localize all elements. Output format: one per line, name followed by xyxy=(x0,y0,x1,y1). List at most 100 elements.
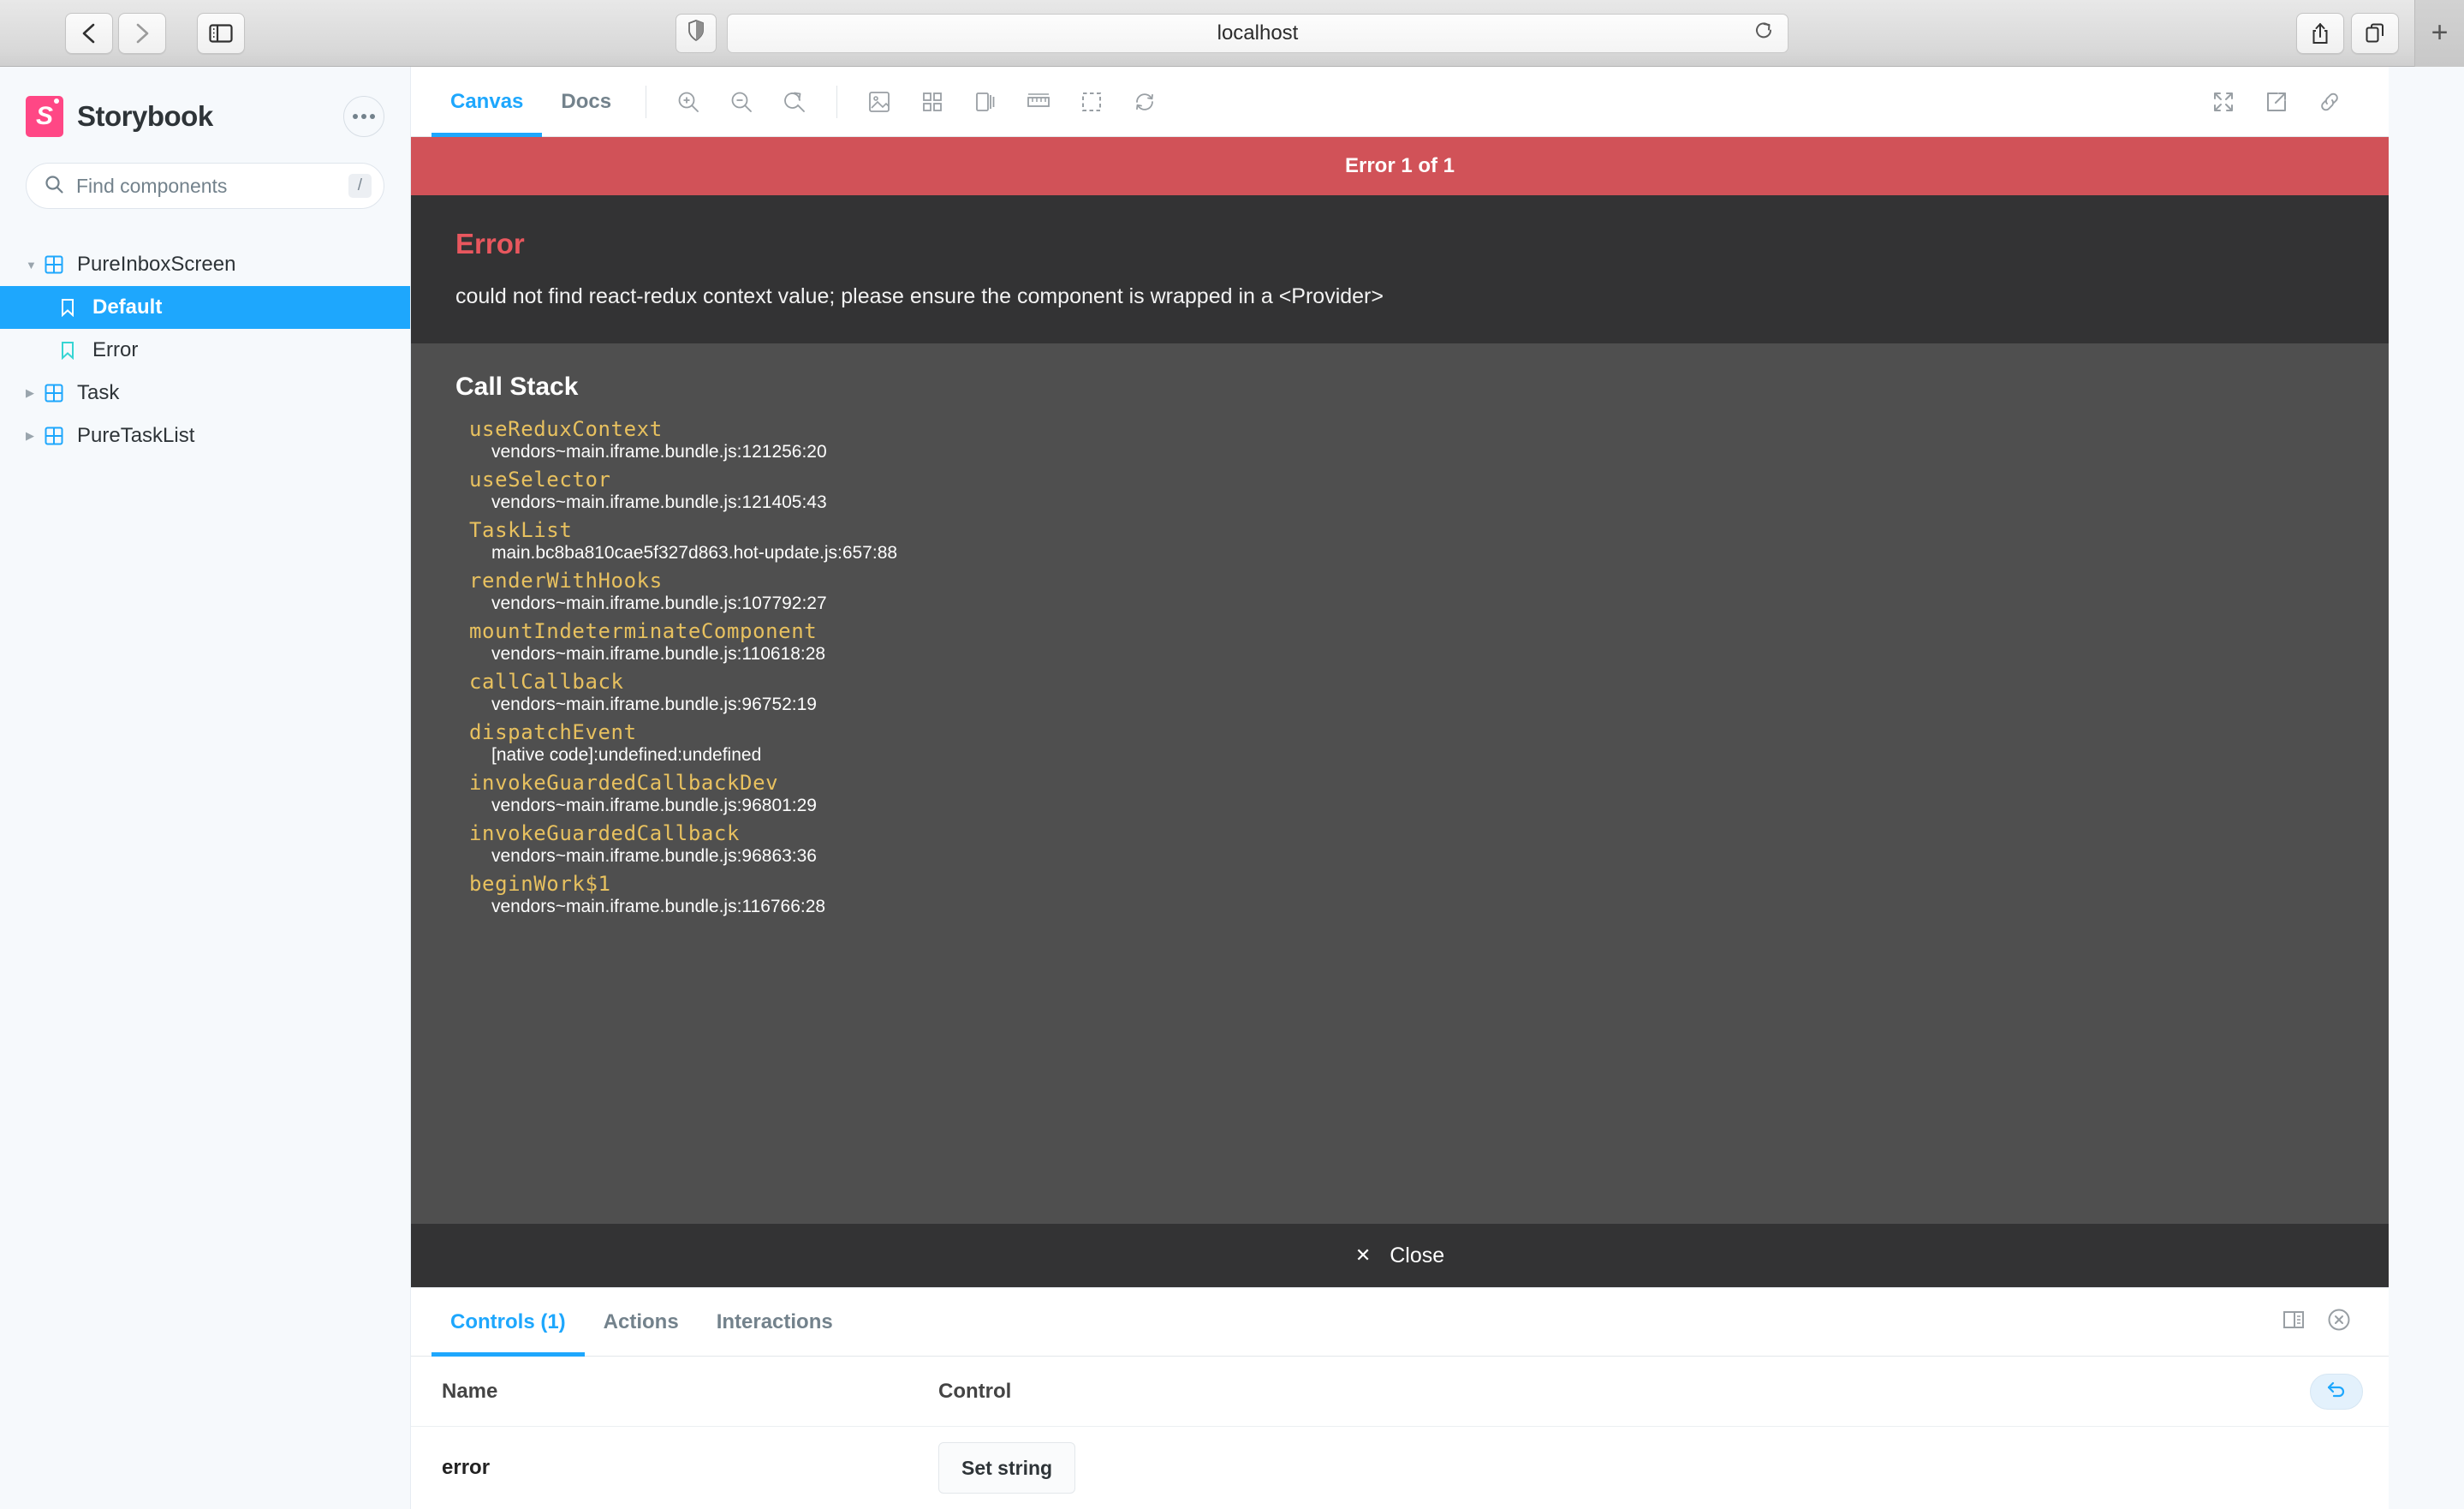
sidebar-item-puretasklist[interactable]: ▶ PureTaskList xyxy=(0,415,410,457)
outline-icon[interactable] xyxy=(1071,81,1112,122)
error-header: Error could not find react-redux context… xyxy=(411,195,2389,343)
stack-frame-function: mountIndeterminateComponent xyxy=(469,619,818,643)
sidebar-toggle-button[interactable] xyxy=(197,12,245,54)
stack-frame-function: useReduxContext xyxy=(469,417,663,441)
story-bookmark-icon xyxy=(60,341,92,360)
call-stack-frames: useReduxContext vendors~main.iframe.bund… xyxy=(455,417,2344,917)
share-button[interactable] xyxy=(2296,12,2344,54)
error-stack-section: Call Stack useReduxContext vendors~main.… xyxy=(411,343,2389,1224)
controls-table: Name Control error Set string xyxy=(411,1357,2389,1509)
storybook-sidebar: S Storybook Find components / ▼ PureInbo… xyxy=(0,67,411,1509)
search-shortcut-badge: / xyxy=(348,174,372,198)
tab-docs[interactable]: Docs xyxy=(542,67,630,137)
canvas-toolbar: Canvas Docs xyxy=(411,67,2389,137)
open-new-tab-icon[interactable] xyxy=(2256,81,2297,122)
background-icon[interactable] xyxy=(859,81,900,122)
stack-frame-source: vendors~main.iframe.bundle.js:96801:29 xyxy=(491,796,817,815)
refresh-icon[interactable] xyxy=(1124,81,1165,122)
sidebar-item-task[interactable]: ▶ Task xyxy=(0,372,410,415)
tab-canvas[interactable]: Canvas xyxy=(431,67,543,137)
new-tab-button[interactable]: + xyxy=(2414,0,2464,67)
sidebar-item-label: PureTaskList xyxy=(77,424,195,447)
share-icon xyxy=(2311,22,2330,45)
stack-frame: mountIndeterminateComponent vendors~main… xyxy=(469,619,2344,665)
component-icon xyxy=(45,255,77,274)
more-options-icon[interactable] xyxy=(343,96,384,137)
stack-frame-source: [native code]:undefined:undefined xyxy=(491,745,762,765)
stack-frame-source: vendors~main.iframe.bundle.js:116766:28 xyxy=(491,897,826,916)
measure-icon[interactable] xyxy=(1018,81,1059,122)
tab-interactions[interactable]: Interactions xyxy=(698,1288,852,1357)
storybook-app: S Storybook Find components / ▼ PureInbo… xyxy=(0,67,2464,1509)
error-close-bar[interactable]: ✕ Close xyxy=(411,1224,2389,1287)
stack-frame-source: main.bc8ba810cae5f327d863.hot-update.js:… xyxy=(491,543,898,563)
panel-position-icon[interactable] xyxy=(2282,1309,2305,1334)
grid-icon[interactable] xyxy=(912,81,953,122)
zoom-out-icon[interactable] xyxy=(721,81,762,122)
component-tree: ▼ PureInboxScreen Default Error ▶ Task ▶… xyxy=(0,243,410,457)
right-rail xyxy=(2389,67,2464,1509)
addon-panel-actions xyxy=(2282,1308,2368,1336)
search-icon xyxy=(44,174,64,199)
stack-frame-function: invokeGuardedCallback xyxy=(469,821,741,845)
reset-controls-button[interactable] xyxy=(2310,1373,2363,1410)
addon-panel: Controls (1) Actions Interactions Name C… xyxy=(411,1287,2389,1509)
error-overlay: Error 1 of 1 Error could not find react-… xyxy=(411,137,2389,1287)
sidebar-item-error[interactable]: Error xyxy=(0,329,410,372)
toolbar-divider xyxy=(836,85,838,118)
reload-icon[interactable] xyxy=(1753,20,1774,46)
storybook-logo-icon: S xyxy=(26,96,63,137)
stack-frame: TaskList main.bc8ba810cae5f327d863.hot-u… xyxy=(469,518,2344,564)
tab-actions[interactable]: Actions xyxy=(585,1288,698,1357)
set-string-button[interactable]: Set string xyxy=(938,1442,1076,1494)
storybook-main: Canvas Docs Error 1 of 1 Error could not… xyxy=(411,67,2389,1509)
stack-frame: invokeGuardedCallbackDev vendors~main.if… xyxy=(469,771,2344,816)
copy-link-icon[interactable] xyxy=(2309,81,2350,122)
back-button[interactable] xyxy=(65,12,113,54)
stack-frame-source: vendors~main.iframe.bundle.js:110618:28 xyxy=(491,644,826,664)
stack-frame: invokeGuardedCallback vendors~main.ifram… xyxy=(469,821,2344,867)
column-header-name: Name xyxy=(442,1379,498,1403)
url-input[interactable]: localhost xyxy=(727,13,1788,53)
stack-frame: beginWork$1 vendors~main.iframe.bundle.j… xyxy=(469,872,2344,917)
privacy-shield-icon xyxy=(687,20,705,46)
sidebar-toggle-icon xyxy=(209,23,233,44)
brand[interactable]: S Storybook xyxy=(26,96,213,137)
stack-frame-function: renderWithHooks xyxy=(469,569,663,593)
chevron-left-icon xyxy=(80,21,98,45)
fullscreen-icon[interactable] xyxy=(2203,81,2244,122)
story-bookmark-icon xyxy=(60,298,92,317)
component-icon xyxy=(45,426,77,445)
reset-controls-icon xyxy=(2325,1380,2348,1403)
stack-frame-function: beginWork$1 xyxy=(469,872,611,896)
zoom-in-icon[interactable] xyxy=(668,81,709,122)
canvas-toolbar-right xyxy=(2197,81,2368,122)
zoom-reset-icon[interactable] xyxy=(774,81,815,122)
browser-nav-group xyxy=(65,12,166,54)
tab-overview-button[interactable] xyxy=(2351,12,2399,54)
tab-overview-icon xyxy=(2365,23,2385,44)
browser-chrome: localhost + xyxy=(0,0,2464,67)
sidebar-item-default[interactable]: Default xyxy=(0,286,410,329)
sidebar-item-pureinboxscreen[interactable]: ▼ PureInboxScreen xyxy=(0,243,410,286)
error-title: Error xyxy=(455,228,525,259)
stack-frame-source: vendors~main.iframe.bundle.js:121256:20 xyxy=(491,442,827,462)
stack-frame-source: vendors~main.iframe.bundle.js:107792:27 xyxy=(491,593,827,613)
forward-button[interactable] xyxy=(118,12,166,54)
stack-frame-source: vendors~main.iframe.bundle.js:121405:43 xyxy=(491,492,827,512)
close-x-icon: ✕ xyxy=(1354,1244,1372,1266)
privacy-report-button[interactable] xyxy=(676,13,717,53)
stack-frame-function: TaskList xyxy=(469,518,573,542)
stack-frame: useReduxContext vendors~main.iframe.bund… xyxy=(469,417,2344,462)
stack-frame-source: vendors~main.iframe.bundle.js:96752:19 xyxy=(491,695,817,714)
sidebar-item-label: PureInboxScreen xyxy=(77,253,236,276)
tab-controls[interactable]: Controls (1) xyxy=(431,1288,585,1357)
close-circle-icon[interactable] xyxy=(2327,1308,2351,1336)
search-input[interactable]: Find components / xyxy=(26,163,384,209)
sidebar-header: S Storybook xyxy=(26,96,384,137)
column-header-control: Control xyxy=(938,1379,1012,1403)
sidebar-item-label: Task xyxy=(77,381,120,404)
viewport-icon[interactable] xyxy=(965,81,1006,122)
call-stack-heading: Call Stack xyxy=(455,373,579,401)
control-name: error xyxy=(442,1456,491,1479)
